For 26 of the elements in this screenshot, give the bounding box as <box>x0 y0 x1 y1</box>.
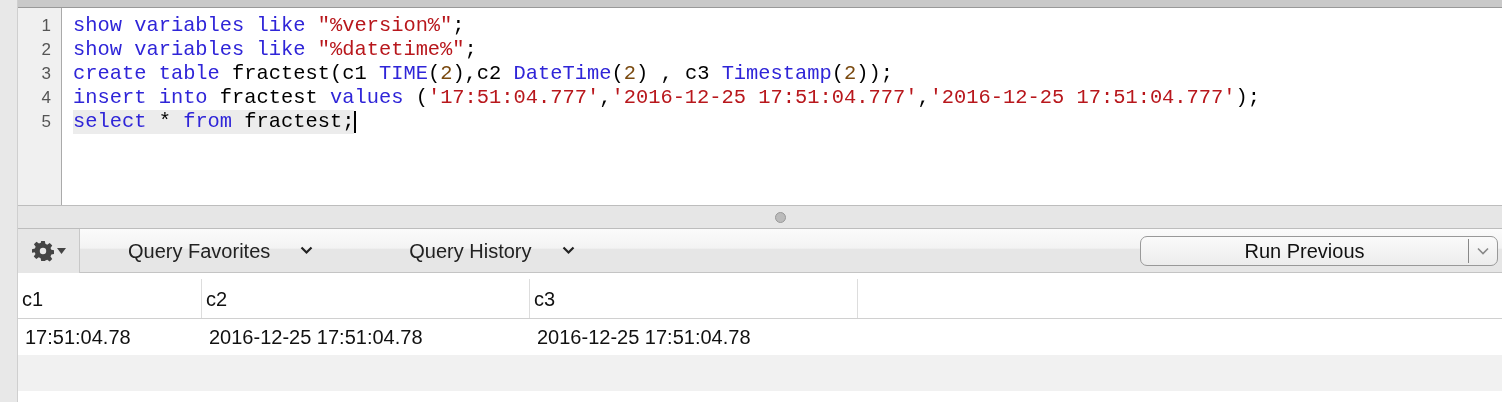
chevron-down-icon <box>561 246 575 255</box>
table-cell-text: 2016-12-25 17:51:04.78 <box>208 325 424 350</box>
text-cursor <box>354 111 357 133</box>
column-header[interactable]: c2 <box>202 279 530 318</box>
settings-icon <box>31 239 54 262</box>
splitter-handle[interactable] <box>774 211 786 223</box>
line-number: 5 <box>40 111 52 133</box>
chevron-down-icon <box>1477 246 1489 255</box>
code-line: show variables like "%version%"; <box>73 14 465 38</box>
line-number: 1 <box>40 15 52 37</box>
caret-icon <box>56 247 66 254</box>
column-header[interactable]: c1 <box>18 279 202 318</box>
settings-button[interactable] <box>18 228 80 273</box>
dropdown-menu-button[interactable]: Query History <box>409 235 575 266</box>
code-line: create table fractest(c1 TIME(2),c2 DateTime(2) , c3 Timestamp(2)); <box>73 62 893 86</box>
column-header[interactable]: c3 <box>530 279 858 318</box>
table-cell-text: 2016-12-25 17:51:04.78 <box>536 325 752 350</box>
dropdown-menu-button[interactable]: Query Favorites <box>128 235 314 266</box>
line-number: 3 <box>40 63 52 85</box>
run-previous-button[interactable]: Run Previous <box>1140 235 1498 266</box>
line-number: 4 <box>40 87 52 109</box>
code-line: show variables like "%datetime%"; <box>73 38 477 62</box>
code-line: insert into fractest values ('17:51:04.777','2016-12-25 17:51:04.777','2016-12-25 17:51:04.777'); <box>73 86 1261 110</box>
table-cell-text: 17:51:04.78 <box>24 325 132 350</box>
chevron-down-icon <box>300 246 314 255</box>
line-number: 2 <box>40 39 52 61</box>
